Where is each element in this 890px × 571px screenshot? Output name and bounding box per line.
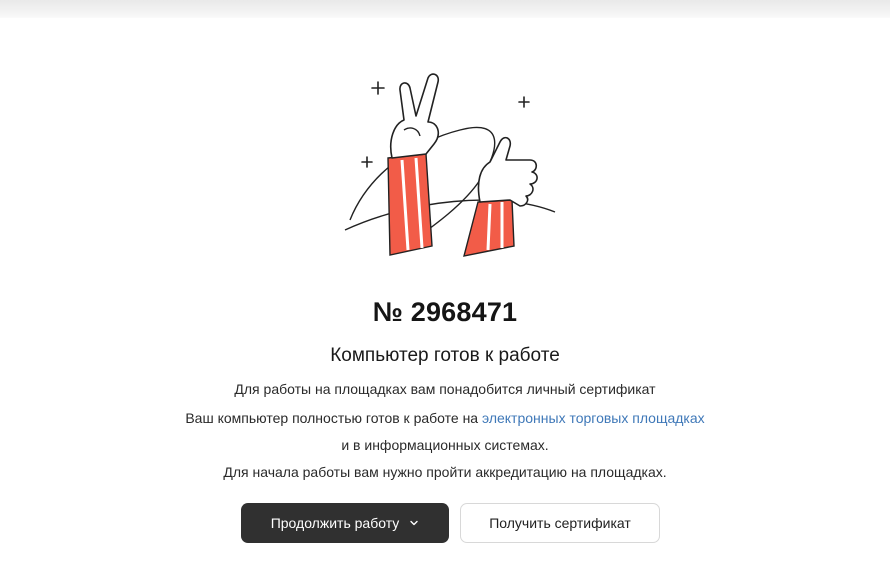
page: № 2968471 Компьютер готов к работе Для р…	[0, 0, 890, 571]
status-title: Компьютер готов к работе	[330, 345, 560, 366]
description-line-1: Для работы на площадках вам понадобится …	[234, 381, 656, 397]
chevron-down-icon	[410, 520, 418, 526]
description-line-2: Ваш компьютер полностью готов к работе н…	[0, 410, 890, 426]
continue-button-label: Продолжить работу	[270, 515, 400, 531]
left-sleeve	[387, 153, 433, 256]
victory-hand	[389, 73, 440, 159]
description-line-3: и в информационных системах.	[341, 437, 549, 453]
trading-platforms-link[interactable]: электронных торговых площадках	[482, 410, 705, 426]
continue-button[interactable]: Продолжить работу	[241, 503, 449, 543]
thumbs-up-hand	[477, 136, 538, 207]
get-certificate-button[interactable]: Получить сертификат	[460, 503, 660, 543]
get-certificate-button-label: Получить сертификат	[489, 515, 631, 531]
description-line-2-prefix: Ваш компьютер полностью готов к работе н…	[185, 410, 482, 426]
description-line-4: Для начала работы вам нужно пройти аккре…	[223, 464, 667, 480]
hands-illustration	[344, 73, 556, 257]
order-number: № 2968471	[372, 297, 518, 327]
